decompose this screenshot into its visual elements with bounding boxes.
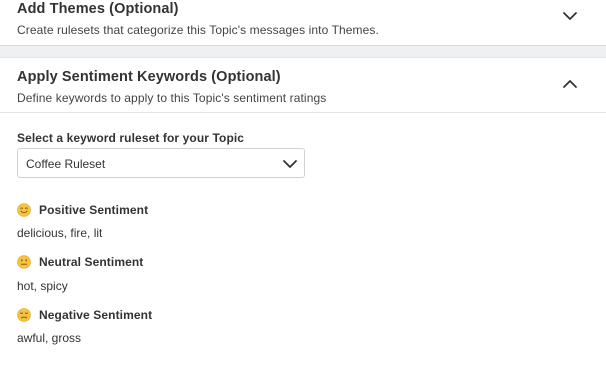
neutral-keywords: hot, spicy bbox=[17, 279, 68, 293]
negative-sentiment-title: Negative Sentiment bbox=[39, 308, 153, 322]
add-themes-section[interactable]: Add Themes (Optional) Create rulesets th… bbox=[0, 0, 606, 46]
chevron-up-icon[interactable] bbox=[562, 76, 578, 92]
neutral-face-icon bbox=[17, 255, 31, 269]
sad-face-icon bbox=[17, 308, 31, 322]
smiling-face-icon bbox=[17, 203, 31, 217]
add-themes-title: Add Themes (Optional) bbox=[17, 1, 179, 17]
sentiment-keywords-title: Apply Sentiment Keywords (Optional) bbox=[17, 69, 281, 85]
chevron-down-icon[interactable] bbox=[562, 8, 578, 24]
ruleset-selected-value: Coffee Ruleset bbox=[26, 157, 106, 171]
neutral-sentiment-heading: Neutral Sentiment bbox=[17, 255, 143, 269]
positive-sentiment-heading: Positive Sentiment bbox=[17, 203, 148, 217]
positive-sentiment-title: Positive Sentiment bbox=[39, 203, 149, 217]
chevron-down-icon bbox=[283, 160, 297, 168]
negative-keywords: awful, gross bbox=[17, 331, 82, 345]
ruleset-select-label: Select a keyword ruleset for your Topic bbox=[17, 131, 245, 145]
sentiment-keywords-description: Define keywords to apply to this Topic's… bbox=[17, 91, 327, 105]
ruleset-select[interactable]: Coffee Ruleset bbox=[17, 148, 305, 178]
sentiment-keywords-section[interactable]: Apply Sentiment Keywords (Optional) Defi… bbox=[0, 59, 606, 113]
add-themes-description: Create rulesets that categorize this Top… bbox=[17, 23, 379, 37]
neutral-sentiment-title: Neutral Sentiment bbox=[39, 255, 144, 269]
negative-sentiment-heading: Negative Sentiment bbox=[17, 308, 152, 322]
positive-keywords: delicious, fire, lit bbox=[17, 226, 103, 240]
section-divider bbox=[0, 46, 606, 58]
